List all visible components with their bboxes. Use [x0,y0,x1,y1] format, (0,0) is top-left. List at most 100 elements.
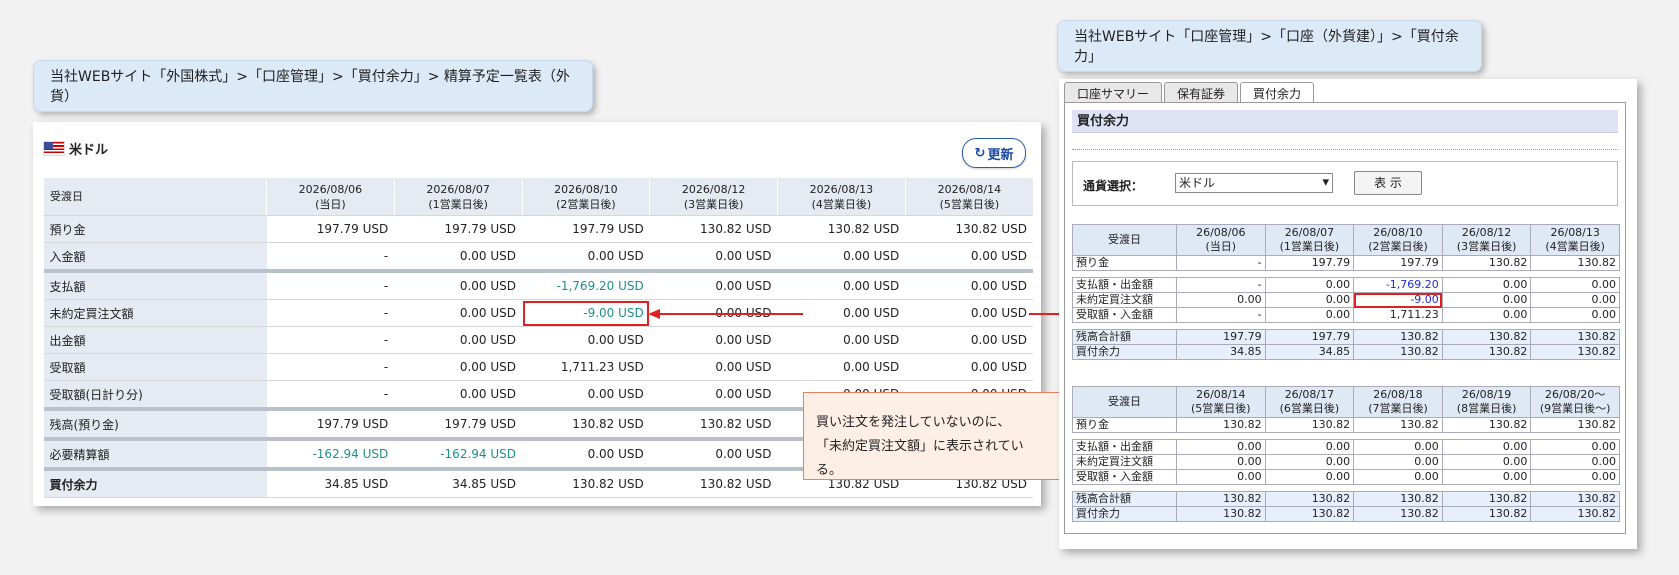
date-value: 26/08/06 [1196,226,1246,239]
table-cell: 0.00 USD [649,242,778,272]
table-cell: 130.82 [1441,506,1532,522]
table-cell: 0.00 [1530,307,1620,323]
gap-cell [1072,484,1620,492]
row-label: 支払額 [43,269,267,300]
table-cell: 0.00 [1176,469,1266,485]
tab-account-summary[interactable]: 口座サマリー [1064,82,1163,102]
currency-select-label: 通貨選択： [1083,179,1144,193]
table-cell: 0.00 [1264,469,1355,485]
table-cell: 0.00 [1441,307,1532,323]
tab-bar: 口座サマリー 保有証券 買付余力 [1064,82,1316,102]
table-cell: 130.82 [1264,491,1355,507]
row-label: 必要精算額 [43,437,267,470]
table-cell: 197.79 [1264,329,1355,345]
table-cell: 130.82 [1264,506,1355,522]
table-cell: 0.00 [1441,292,1532,308]
tab-holdings[interactable]: 保有証券 [1164,82,1239,102]
tab-buying-power[interactable]: 買付余力 [1240,82,1315,102]
note-line-1: 買い注文を発注していないのに、 [816,415,1011,430]
date-header-cell: 2026/08/14 (5営業日後) [904,178,1033,216]
header-label: 受渡日 [1072,386,1177,418]
row-gap [1072,432,1620,440]
gap-cell [1072,322,1620,330]
date-offset: (当日) [1205,240,1237,253]
date-header-cell: 26/08/14 (5営業日後) [1176,386,1266,418]
table-row: 受取額・入金額 -0.00 1,711.23 0.00 0.00 [1072,307,1620,323]
row-label: 出金額 [43,326,267,354]
date-offset: (2営業日後) [1368,240,1428,253]
table-cell: 130.82 [1441,255,1532,271]
row-label: 残高合計額 [1072,491,1177,507]
row-label: 支払額・出金額 [1072,277,1177,293]
table-cell: 0.00 USD [522,437,650,470]
table-row: 未約定買注文額 -0.00 USD -9.00 USD 0.00 USD 0.00 US… [43,299,1033,327]
table-cell: 0.00 [1353,469,1443,485]
divider [1072,149,1618,150]
table-cell: 197.79 [1176,329,1266,345]
table-row: 出金額 -0.00 USD 0.00 USD 0.00 USD 0.00 USD 0.00… [43,326,1033,354]
table-cell: 0.00 [1530,454,1620,470]
header-label: 受渡日 [1072,224,1177,256]
refresh-button[interactable]: ↻ 更新 [962,138,1026,168]
date-offset: (4営業日後) [1545,240,1605,253]
table-cell: 130.82 [1441,491,1532,507]
table-cell: 0.00 USD [777,353,906,381]
table-cell: 0.00 [1530,469,1620,485]
table-cell: 130.82 [1530,491,1620,507]
table-header-row: 受渡日 26/08/06 (当日) 26/08/07 (1営業日後) 26/08/10 (2… [1072,224,1620,256]
table-cell: 0.00 [1530,292,1620,308]
date-offset: (5営業日後) [1191,402,1251,415]
date-offset: (1営業日後) [1279,240,1340,253]
table-cell: 130.82 [1353,417,1443,433]
date-header-cell: 26/08/18 (7営業日後) [1353,386,1443,418]
table-cell: 130.82 [1441,329,1532,345]
buying-power-table-2: 受渡日 26/08/14 (5営業日後) 26/08/17 (6営業日後) 26/08/1… [1072,386,1620,522]
right-breadcrumb-callout: 当社WEBサイト「口座管理」>「口座（外貨建）」>「買付余力」 [1057,20,1482,72]
table-row: 残高合計額 197.79 197.79 130.82 130.82 130.82 [1072,329,1620,345]
table-cell: 130.82 [1530,329,1620,345]
table-row: 支払額 -0.00 USD -1,769.20 USD 0.00 USD 0.00 US… [43,269,1033,300]
row-label: 受取額・入金額 [1072,307,1177,323]
table-cell: 130.82 [1441,344,1532,360]
annotation-note: 買い注文を発注していないのに、 「未約定買注文額」に表示されている。 [803,392,1062,480]
highlighted-unfilled-order-cell: -9.00 [1353,292,1443,308]
refresh-label: 更新 [987,147,1014,163]
table-cell: - [266,299,395,327]
table-row: 預り金 130.82 130.82 130.82 130.82 130.82 [1072,417,1620,433]
table-cell: 0.00 USD [394,299,522,327]
row-label: 入金額 [43,242,267,272]
table-cell: 197.79 USD [394,215,522,243]
table-cell: 130.82 [1441,417,1532,433]
table-row: 買付余力 130.82 130.82 130.82 130.82 130.82 [1072,506,1620,522]
table-cell: 130.82 USD [649,467,778,498]
table-cell: 130.82 USD [649,407,778,440]
date-value: 26/08/07 [1284,226,1335,239]
gap-cell [1072,432,1620,440]
table-row: 預り金 197.79 USD 197.79 USD 197.79 USD 130.82 … [43,215,1033,243]
row-label: 残高(預り金) [43,407,267,440]
table-cell: 0.00 USD [522,380,650,410]
table-cell: 0.00 USD [905,242,1033,272]
currency-select[interactable]: 米ドル [1175,173,1333,193]
date-header-cell: 26/08/19 (8営業日後) [1441,386,1532,418]
table-cell: 1,711.23 USD [522,353,650,381]
header-label: 受渡日 [43,178,267,216]
section-title: 買付余力 [1072,110,1618,133]
table-cell: 0.00 [1441,277,1532,293]
date-value: 2026/08/13 [809,182,874,196]
table-cell: 0.00 [1441,454,1532,470]
table-cell: 130.82 USD [777,215,906,243]
us-flag-icon [43,141,65,156]
table-cell: 0.00 [1441,439,1532,455]
table-cell: - [266,353,395,381]
table-cell: - [1176,255,1266,271]
date-offset: (5営業日後) [939,197,1000,211]
table-cell: 197.79 USD [522,215,650,243]
date-value: 26/08/10 [1373,226,1423,239]
show-button[interactable]: 表 示 [1354,171,1422,195]
table-cell: 130.82 [1530,506,1620,522]
date-offset: (6営業日後) [1279,402,1340,415]
currency-select-value: 米ドル [1179,176,1216,190]
date-offset: (1営業日後) [428,197,488,211]
table-cell: 130.82 [1353,506,1443,522]
